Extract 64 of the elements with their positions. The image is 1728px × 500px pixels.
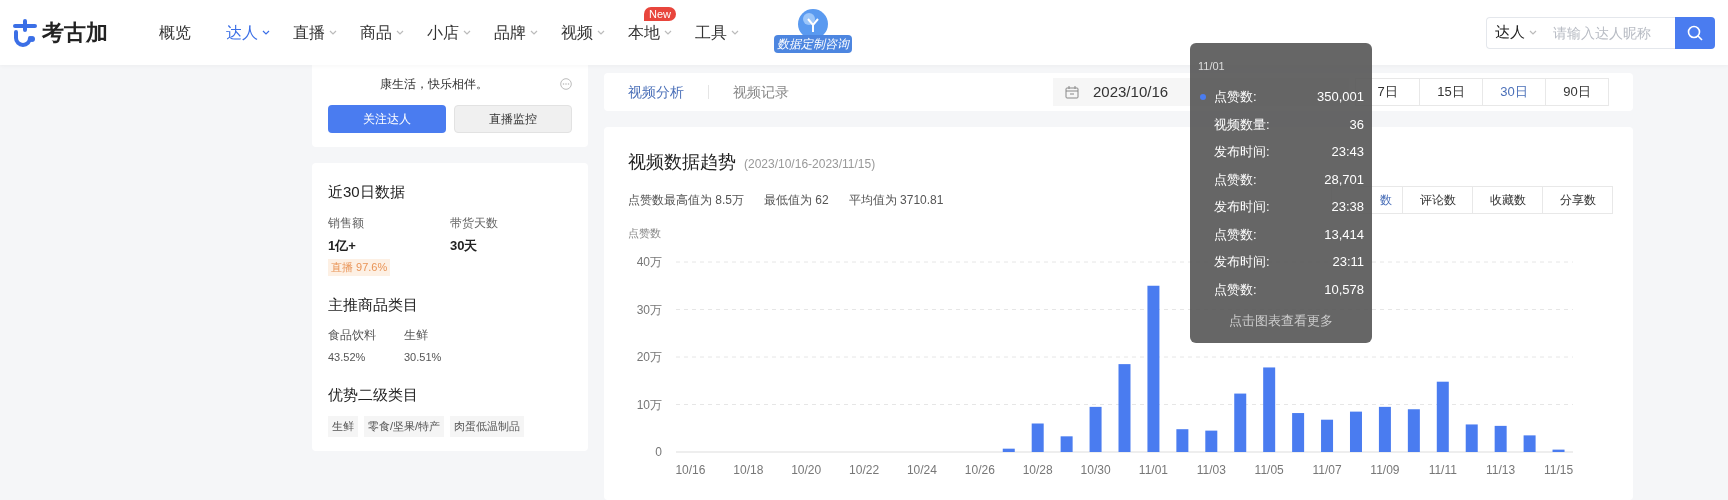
tooltip-label: 点赞数: [1214, 225, 1257, 244]
x-tick-label: 11/09 [1370, 463, 1400, 477]
tooltip-value: 36 [1349, 115, 1364, 134]
metric-label: 销售额 [328, 214, 364, 232]
tooltip-value: 23:43 [1331, 143, 1364, 161]
section-title: 优势二级类目 [328, 384, 419, 405]
tooltip-label: 点赞数: [1214, 170, 1257, 189]
category-name: 生鲜 [404, 327, 429, 344]
bio-text: 康生活，快乐相伴。 [380, 76, 488, 93]
x-tick-label: 11/01 [1138, 463, 1168, 477]
x-tick-label: 10/16 [675, 463, 706, 477]
tooltip-label: 发布时间: [1214, 253, 1270, 271]
x-tick-label: 10/18 [733, 463, 764, 477]
tooltip-hint: 点击图表查看更多 [1229, 312, 1333, 330]
metric-value: 30天 [450, 236, 478, 255]
summary-stat: 点赞数最高值为 8.5万 [628, 192, 744, 209]
category-tag: 生鲜 [328, 416, 358, 437]
chart-date-range: (2023/10/16-2023/11/15) [744, 156, 876, 173]
y-tick-label: 40万 [636, 255, 662, 269]
tooltip-date: 11/01 [1198, 59, 1225, 74]
new-badge: New [644, 6, 676, 21]
x-tick-label: 11/03 [1196, 463, 1226, 477]
y-tick-label: 30万 [636, 302, 662, 317]
x-tick-label: 10/26 [964, 463, 995, 477]
x-tick-label: 11/13 [1486, 463, 1516, 477]
y-tick-label: 0 [655, 445, 662, 459]
x-tick-label: 10/20 [791, 463, 822, 477]
section-title: 近30日数据 [328, 182, 406, 202]
tooltip-label: 点赞数: [1214, 88, 1257, 106]
summary-stat: 平均值为 3710.81 [848, 192, 944, 209]
x-tick-label: 10/24 [906, 463, 937, 477]
category-name: 食品饮料 [328, 327, 376, 344]
category-share: 43.52% [328, 350, 367, 365]
y-axis-title: 点赞数 [628, 226, 661, 241]
tooltip-value: 10,578 [1324, 280, 1364, 299]
category-share: 30.51% [404, 350, 442, 365]
category-tag: 零食/坚果/特产 [364, 416, 445, 437]
x-tick-label: 11/11 [1428, 463, 1457, 477]
tooltip-label: 发布时间: [1214, 143, 1270, 161]
x-tick-label: 10/22 [849, 463, 880, 477]
tooltip-value: 28,701 [1324, 170, 1364, 189]
category-tag: 肉蛋低温制品 [450, 416, 525, 437]
tooltip-label: 点赞数: [1214, 280, 1257, 299]
metric-value: 1亿+ [328, 236, 356, 255]
chart-title: 视频数据趋势 [628, 151, 736, 174]
tooltip-value: 350,001 [1317, 88, 1364, 106]
section-title: 主推商品类目 [328, 294, 419, 315]
tooltip-label: 视频数量: [1214, 115, 1270, 134]
tooltip-value: 23:38 [1331, 198, 1364, 216]
start-date: 2023/10/16 [1093, 81, 1169, 102]
tooltip-label: 发布时间: [1214, 198, 1270, 216]
tooltip-value: 13,414 [1324, 225, 1364, 244]
channel-tag: 直播 97.6% [328, 259, 391, 276]
tooltip-value: 23:11 [1332, 253, 1364, 271]
x-tick-label: 11/15 [1543, 463, 1574, 477]
x-tick-label: 10/28 [1022, 463, 1053, 477]
y-tick-label: 20万 [636, 350, 662, 364]
x-tick-label: 11/05 [1254, 463, 1284, 477]
x-tick-label: 10/30 [1080, 463, 1111, 477]
metric-label: 带货天数 [450, 214, 498, 232]
y-tick-label: 10万 [636, 397, 662, 412]
x-tick-label: 11/07 [1312, 463, 1342, 477]
summary-stat: 最低值为 62 [764, 192, 829, 209]
logo-text: 考古加 [42, 19, 108, 47]
